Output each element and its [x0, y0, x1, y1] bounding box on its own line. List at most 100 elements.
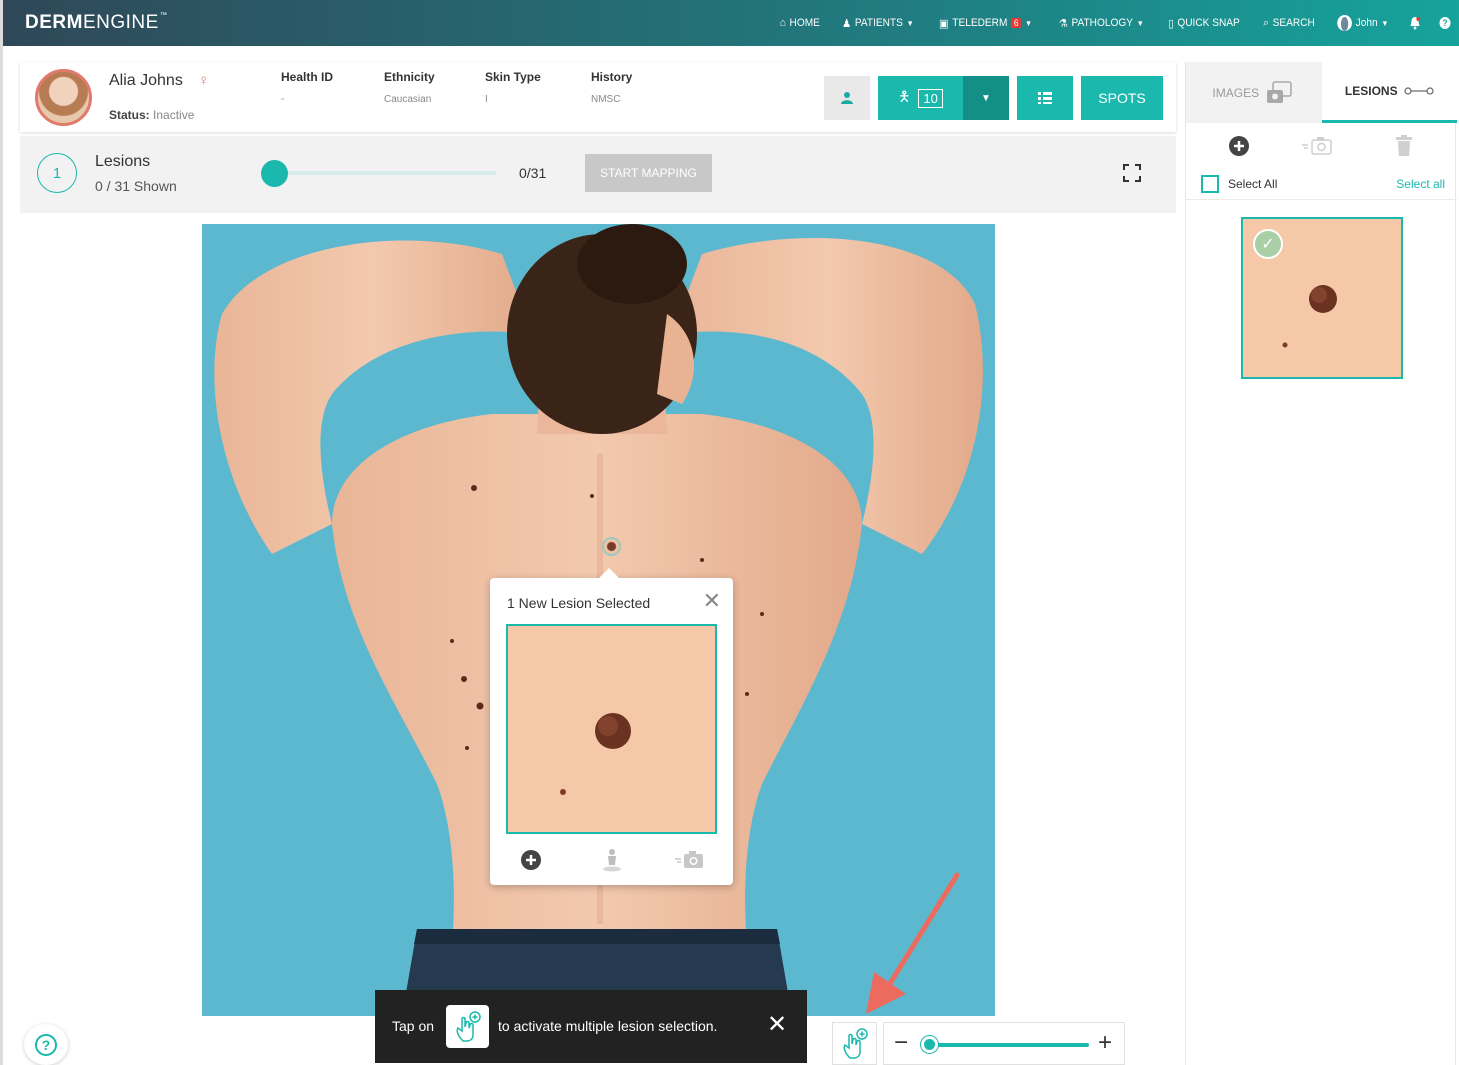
start-mapping-button[interactable]: START MAPPING [585, 154, 712, 192]
top-navigation: DERMENGINE™ ⌂ HOME ♟ PATIENTS ▼ ▣ TELEDE… [3, 0, 1459, 46]
multi-select-hand-icon [842, 1027, 868, 1059]
user-icon [841, 92, 853, 104]
zoom-slider-track[interactable] [929, 1043, 1089, 1047]
tab-images-label: IMAGES [1212, 85, 1260, 100]
person-icon: ♟ [842, 17, 852, 30]
popup-toolbar [490, 846, 733, 874]
brand-light: ENGINE [82, 12, 159, 33]
close-icon[interactable]: ✕ [767, 1013, 787, 1037]
body-map-icon[interactable] [601, 848, 623, 872]
patient-profile-button[interactable] [824, 76, 870, 120]
lesion-link-icon [1403, 87, 1434, 95]
lesion-slider-count: 0/31 [519, 165, 547, 181]
chevron-down-icon: ▼ [1136, 18, 1144, 28]
tab-images[interactable]: IMAGES [1186, 62, 1322, 123]
nav-pathology-label: PATHOLOGY [1071, 17, 1133, 29]
bell-icon [1410, 17, 1421, 30]
list-icon [1038, 92, 1052, 104]
add-lesion-icon[interactable] [1228, 135, 1250, 157]
brand-logo[interactable]: DERMENGINE™ [25, 12, 167, 34]
popup-title: 1 New Lesion Selected [507, 595, 651, 611]
close-icon[interactable]: ✕ [703, 590, 721, 612]
select-all-checkbox[interactable] [1201, 175, 1219, 193]
microscope-icon: ⚗ [1058, 17, 1068, 30]
lesion-title: Lesions [95, 153, 151, 170]
panel-toolbar [1186, 132, 1457, 162]
skin-type-value: I [485, 94, 488, 105]
lesion-slider-track[interactable] [274, 171, 496, 175]
health-id-label: Health ID [281, 70, 334, 84]
phone-icon: ▯ [1168, 17, 1174, 30]
trash-icon[interactable] [1395, 135, 1413, 157]
body-map-count: 10 [918, 88, 943, 108]
nav-help[interactable]: ? [1439, 17, 1451, 29]
chevron-down-icon: ▼ [1381, 18, 1389, 28]
toast-text-after: to activate multiple lesion selection. [498, 1018, 718, 1034]
zoom-slider-handle[interactable] [921, 1036, 938, 1053]
hint-toast: Tap on to activate multiple lesion selec… [375, 990, 807, 1063]
question-icon: ? [35, 1033, 57, 1056]
multi-select-hand-icon [446, 1005, 489, 1048]
status-label: Status: [109, 108, 150, 122]
help-icon: ? [1439, 17, 1451, 29]
zoom-in-icon[interactable]: + [1098, 1031, 1112, 1055]
history-label: History [591, 70, 633, 84]
select-all-link[interactable]: Select all [1396, 177, 1445, 191]
annotation-arrow [866, 872, 960, 1014]
lesion-step-number: 1 [37, 153, 77, 193]
select-all-label: Select All [1228, 177, 1278, 191]
nav-menu: ⌂ HOME ♟ PATIENTS ▼ ▣ TELEDERM 6 ▼ ⚗ PAT… [778, 0, 1451, 46]
lesion-slider-handle[interactable] [261, 160, 288, 187]
status-value: Inactive [153, 108, 195, 122]
right-panel: IMAGES LESIONS Select All Select all ✓ [1185, 62, 1457, 1065]
spots-button[interactable]: SPOTS [1081, 76, 1163, 120]
help-button[interactable]: ? [24, 1024, 68, 1065]
nav-search[interactable]: ⌕ SEARCH [1263, 17, 1315, 30]
skin-type-column: Skin Type I [485, 70, 541, 105]
nav-user-menu[interactable]: John ▼ [1337, 15, 1389, 31]
lesion-shown-count: 0 / 31 Shown [95, 178, 177, 194]
health-id-column: Health ID - [281, 70, 333, 105]
ethnicity-value: Caucasian [384, 94, 432, 105]
nav-quick-snap[interactable]: ▯ QUICK SNAP [1168, 17, 1240, 30]
chevron-down-icon: ▼ [907, 18, 915, 28]
nav-telederm[interactable]: ▣ TELEDERM 6 ▼ [939, 17, 1032, 30]
add-circle-icon[interactable] [520, 849, 542, 871]
body-map-button[interactable]: 🯅 10 [878, 76, 963, 120]
patient-name: Alia Johns [109, 72, 183, 89]
checkmark-icon: ✓ [1253, 229, 1283, 259]
telederm-icon: ▣ [939, 17, 950, 30]
tab-lesions[interactable]: LESIONS [1321, 62, 1457, 123]
health-id-value: - [281, 94, 285, 105]
nav-pathology[interactable]: ⚗ PATHOLOGY ▼ [1058, 17, 1143, 30]
patient-header: Alia Johns ♀ Status: Inactive Health ID … [20, 62, 1176, 132]
nav-patients-label: PATIENTS [855, 17, 904, 29]
select-all-row: Select All Select all [1186, 168, 1457, 200]
panel-tabs: IMAGES LESIONS [1186, 62, 1457, 123]
female-gender-icon: ♀ [198, 72, 210, 89]
nav-search-label: SEARCH [1272, 17, 1315, 29]
camera-icon[interactable] [675, 850, 705, 870]
body-map-dropdown[interactable]: ▼ [963, 76, 1009, 120]
multi-select-button[interactable] [832, 1022, 877, 1065]
body-figure-icon: 🯅 [898, 88, 911, 104]
ethnicity-label: Ethnicity [384, 70, 435, 84]
nav-patients[interactable]: ♟ PATIENTS ▼ [843, 17, 915, 30]
zoom-out-icon[interactable]: − [894, 1031, 908, 1055]
patient-status: Status: Inactive [109, 108, 194, 122]
lesion-thumbnail[interactable]: ✓ [1241, 217, 1403, 379]
telederm-badge: 6 [1011, 18, 1022, 28]
selected-lesion-marker[interactable] [602, 537, 621, 556]
nav-home[interactable]: ⌂ HOME [780, 17, 820, 29]
nav-telederm-label: TELEDERM [952, 17, 1008, 29]
brand-trademark: ™ [159, 12, 168, 19]
camera-icon[interactable] [1302, 136, 1334, 156]
nav-notifications[interactable] [1409, 16, 1421, 30]
list-view-button[interactable] [1017, 76, 1073, 120]
lesion-closeup-image[interactable] [506, 624, 717, 834]
new-lesion-popup: 1 New Lesion Selected ✕ [490, 568, 733, 885]
brand-bold: DERM [25, 12, 83, 33]
fullscreen-icon[interactable] [1123, 164, 1141, 182]
chevron-down-icon: ▼ [1025, 18, 1033, 28]
patient-avatar[interactable] [35, 69, 92, 126]
